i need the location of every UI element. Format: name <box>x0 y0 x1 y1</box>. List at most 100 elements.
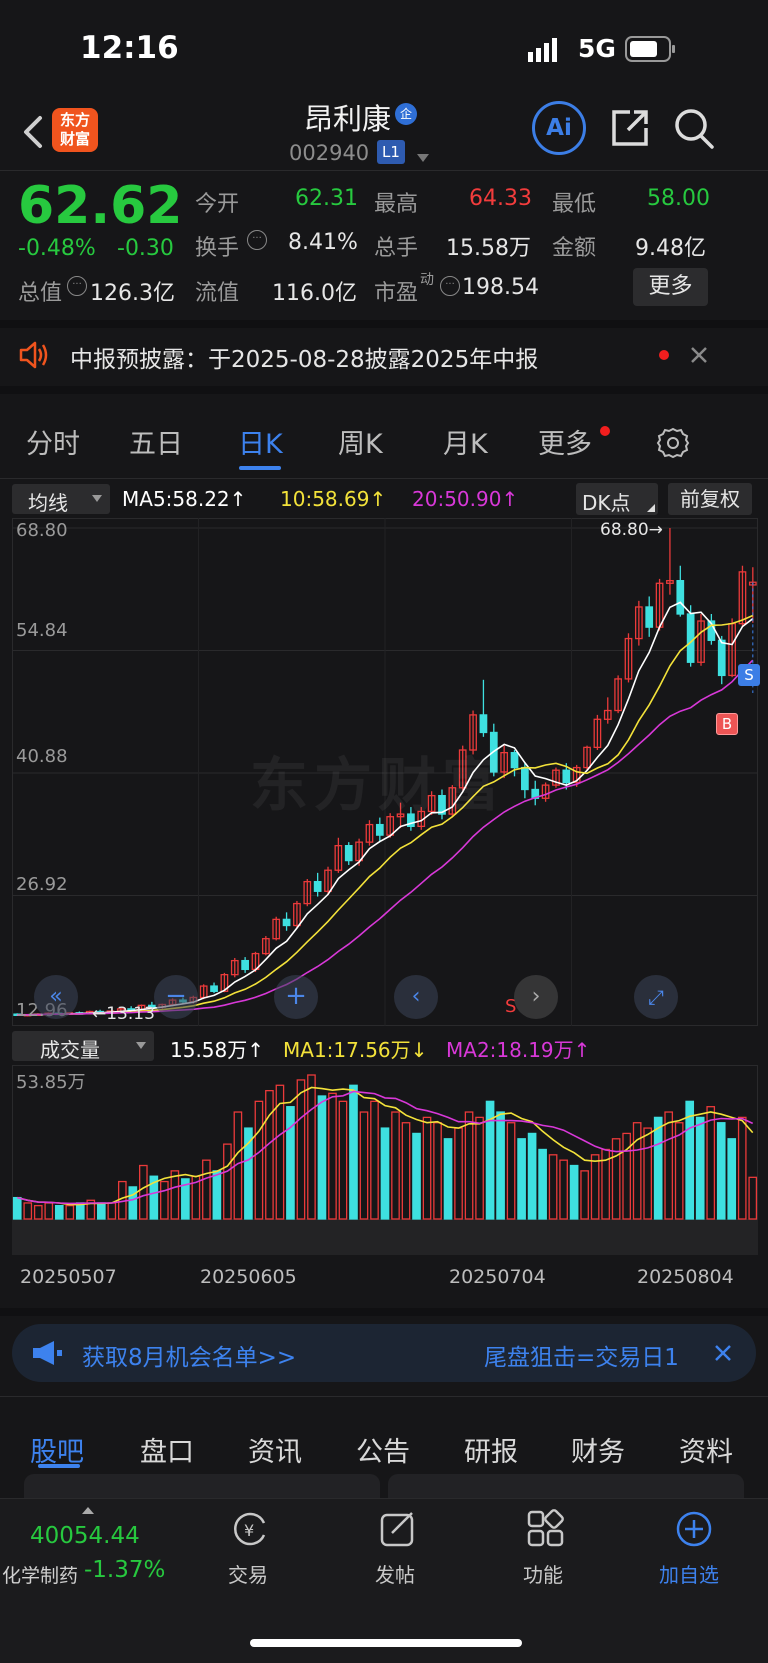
app-header: 东方 财富 昂利康 企 002940 L1 Ai <box>0 100 768 180</box>
volume-bar <box>307 1074 316 1220</box>
volume-bar <box>338 1100 348 1220</box>
post-label[interactable]: 发帖 <box>375 1559 415 1588</box>
notice-dot <box>659 350 669 360</box>
search-icon[interactable] <box>672 106 716 152</box>
volume-bar <box>643 1127 653 1220</box>
volume-bar <box>748 1176 758 1220</box>
function-icon[interactable] <box>526 1509 566 1549</box>
volume-bar <box>496 1111 505 1220</box>
vol-select[interactable]: 成交量 <box>12 1031 154 1062</box>
volume-bar <box>464 1111 474 1220</box>
volume-bar <box>569 1164 579 1220</box>
info-icon[interactable]: ··· <box>67 276 87 296</box>
fq-button[interactable]: 前复权 <box>668 483 752 515</box>
volume-bar <box>412 1132 421 1220</box>
close-icon[interactable] <box>712 1342 734 1364</box>
fullscreen-icon[interactable]: ⤢ <box>634 975 678 1019</box>
axis-label-0: 68.80 <box>16 520 68 541</box>
volume-bar <box>202 1159 211 1220</box>
candle-body <box>717 639 726 677</box>
zoom-out-icon[interactable]: − <box>154 975 198 1019</box>
volume-bar <box>422 1116 432 1220</box>
volume-bar <box>632 1122 642 1220</box>
volume-bar <box>517 1138 526 1220</box>
volume-bar <box>54 1204 64 1220</box>
candle-body <box>241 959 249 971</box>
volume-bar <box>433 1122 442 1220</box>
promo-banner[interactable]: 获取8月机会名单>> 尾盘狙击=交易日1 <box>12 1324 756 1382</box>
vol-ma1: MA1:17.56万↓ <box>283 1038 428 1062</box>
logo-text-2: 财富 <box>59 130 90 148</box>
info-icon[interactable]: ··· <box>247 230 267 250</box>
tab-fenshi[interactable]: 分时 <box>26 422 80 461</box>
sector-name[interactable]: 化学制药 <box>2 1561 78 1588</box>
volume-chart[interactable] <box>12 1065 758 1255</box>
amount-label: 金额 <box>552 236 597 261</box>
zoom-in-icon[interactable]: + <box>274 975 318 1019</box>
sell-marker[interactable]: S <box>738 664 760 686</box>
app-logo: 东方 财富 <box>52 108 98 152</box>
candle-body <box>344 845 353 862</box>
add-watchlist-icon[interactable] <box>674 1509 714 1549</box>
candle-body <box>562 769 571 784</box>
more-button[interactable]: 更多 <box>633 268 708 306</box>
tab-more-dot <box>600 426 610 436</box>
volume-bar <box>653 1116 663 1220</box>
sector-pct[interactable]: -1.37% <box>84 1557 165 1583</box>
volume-bar <box>674 1122 684 1220</box>
buy-marker[interactable]: B <box>716 713 738 735</box>
banner-left-text[interactable]: 获取8月机会名单>> <box>82 1338 296 1372</box>
fast-back-icon[interactable]: « <box>34 975 78 1019</box>
candle-body <box>510 751 519 769</box>
tab-news[interactable]: 资讯 <box>248 1430 302 1469</box>
battery-icon <box>625 36 677 62</box>
max-price-label: 68.80→ <box>600 520 663 540</box>
ma-select-label: 均线 <box>28 491 68 515</box>
notice-text: 中报预披露：于2025-08-28披露2025年中报 <box>70 347 539 373</box>
enterprise-badge: 企 <box>395 103 417 125</box>
tab-week-k[interactable]: 周K <box>338 422 383 461</box>
volume-bar <box>454 1127 463 1220</box>
volume-bar <box>548 1154 558 1220</box>
info-icon[interactable]: ··· <box>440 276 460 296</box>
trade-icon[interactable]: ¥ <box>230 1509 270 1549</box>
settings-icon[interactable] <box>656 426 690 460</box>
back-icon[interactable] <box>18 112 48 152</box>
notice-bar[interactable]: 中报预披露：于2025-08-28披露2025年中报 <box>0 328 768 386</box>
volume-bar <box>370 1100 379 1220</box>
tab-announce[interactable]: 公告 <box>356 1430 410 1469</box>
index-value[interactable]: 40054.44 <box>30 1523 140 1549</box>
volume-bar <box>695 1116 705 1220</box>
banner-right-text[interactable]: 尾盘狙击=交易日1 <box>484 1338 708 1372</box>
tab-five-day[interactable]: 五日 <box>129 422 183 461</box>
share-icon[interactable] <box>608 106 652 150</box>
volume-bar <box>716 1122 726 1220</box>
prev-icon[interactable]: ‹ <box>394 975 438 1019</box>
post-icon[interactable] <box>378 1509 418 1549</box>
tab-pankou[interactable]: 盘口 <box>140 1430 194 1469</box>
function-label[interactable]: 功能 <box>523 1559 563 1588</box>
volume-bar <box>359 1111 369 1220</box>
turnover-value: 8.41% <box>288 230 358 255</box>
axis-label-2: 40.88 <box>16 746 68 767</box>
trade-label[interactable]: 交易 <box>228 1559 268 1588</box>
tab-profile[interactable]: 资料 <box>679 1430 733 1469</box>
ai-button[interactable]: Ai <box>532 101 586 155</box>
dropdown-arrow-icon <box>92 495 102 502</box>
close-icon[interactable] <box>688 344 710 366</box>
pe-sup: 动 <box>420 272 434 288</box>
chevron-down-icon[interactable] <box>416 148 430 162</box>
tab-month-k[interactable]: 月K <box>443 422 488 461</box>
dk-button[interactable]: DK点 <box>576 483 658 515</box>
tab-more[interactable]: 更多 <box>538 422 592 461</box>
next-icon[interactable]: › <box>514 975 558 1019</box>
tab-finance[interactable]: 财务 <box>571 1430 625 1469</box>
tab-research[interactable]: 研报 <box>464 1430 518 1469</box>
volume-bar <box>160 1180 169 1220</box>
ma-select[interactable]: 均线 <box>12 484 110 515</box>
low-label: 最低 <box>552 192 597 217</box>
add-watchlist-label[interactable]: 加自选 <box>659 1559 719 1588</box>
tab-day-k[interactable]: 日K <box>238 422 283 461</box>
divider <box>0 386 768 394</box>
stock-name: 昂利康 <box>304 102 392 136</box>
